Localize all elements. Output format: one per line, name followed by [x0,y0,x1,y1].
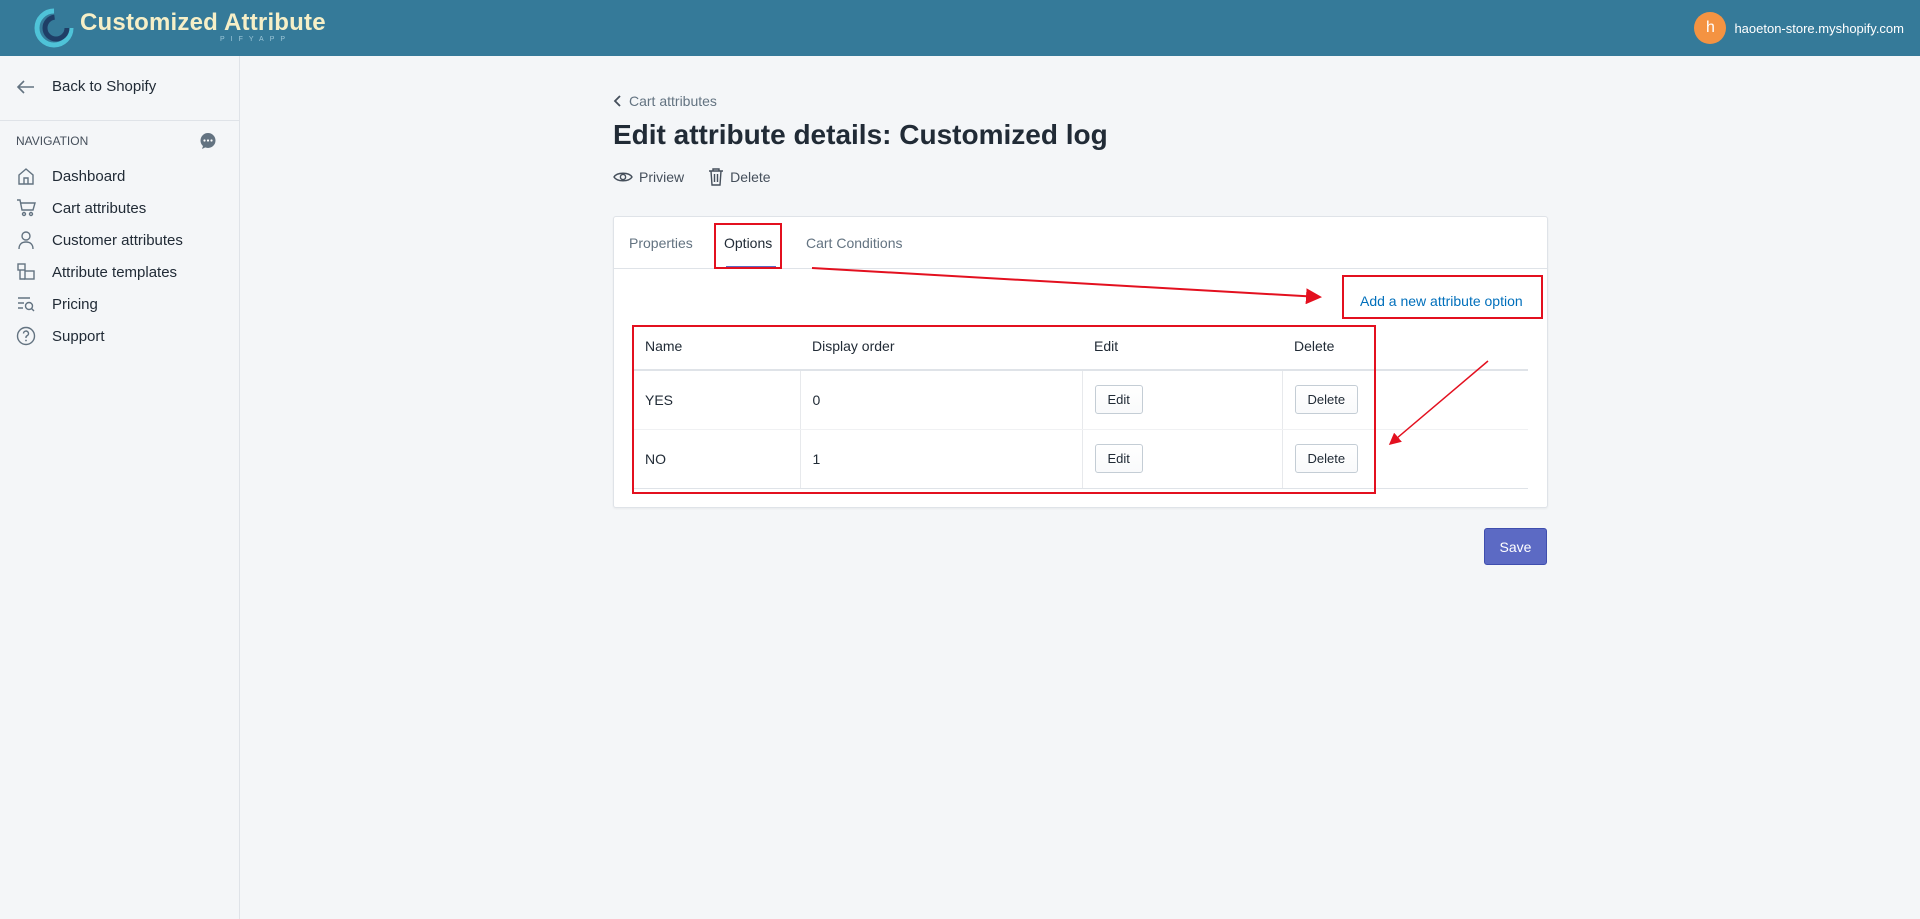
sidebar-item-label: Pricing [52,295,98,313]
home-icon [18,168,34,185]
sidebar-item-label: Dashboard [52,167,126,185]
chevron-left-icon [613,95,621,107]
sidebar-item-pricing[interactable]: Pricing [16,288,183,320]
top-bar: Customized Attribute PIFYAPP h haoeton-s… [0,0,1920,56]
annotation-box-add-option [1342,275,1543,319]
app-title: Customized Attribute [80,9,326,36]
back-to-shopify-link[interactable]: Back to Shopify [16,78,156,95]
sidebar-item-label: Customer attributes [52,231,183,249]
templates-icon [17,263,35,280]
user-menu[interactable]: h haoeton-store.myshopify.com [1694,12,1904,44]
person-icon [18,231,34,250]
chat-icon[interactable] [199,132,217,150]
back-label: Back to Shopify [52,78,157,95]
page-actions: Priview Delete [613,168,795,186]
sidebar-item-customer-attributes[interactable]: Customer attributes [16,224,183,256]
tab-properties[interactable]: Properties [629,235,693,251]
preview-label: Priview [639,169,685,185]
app-logo-icon [34,8,74,48]
delete-label: Delete [730,169,771,185]
sidebar-item-attribute-templates[interactable]: Attribute templates [16,256,183,288]
app-subtitle: PIFYAPP [220,36,292,43]
help-circle-icon [16,326,36,346]
eye-icon [613,172,633,182]
sidebar-item-dashboard[interactable]: Dashboard [16,160,183,192]
sidebar-item-label: Cart attributes [52,199,147,217]
sidebar-item-label: Attribute templates [52,263,178,281]
save-button[interactable]: Save [1484,528,1547,565]
delete-attribute-button[interactable]: Delete [708,168,771,186]
nav-heading: NAVIGATION [16,134,89,148]
sidebar-item-label: Support [52,327,105,345]
cart-icon [17,199,36,217]
annotation-box-options-tab [714,223,782,269]
sidebar-divider [0,120,239,121]
sidebar-item-support[interactable]: Support [16,320,183,352]
breadcrumb-label: Cart attributes [629,93,717,109]
tab-cart-conditions[interactable]: Cart Conditions [806,235,903,251]
sidebar-item-cart-attributes[interactable]: Cart attributes [16,192,183,224]
trash-icon [709,168,724,186]
pricing-search-icon [18,297,35,312]
preview-button[interactable]: Priview [613,169,684,185]
store-name[interactable]: haoeton-store.myshopify.com [1734,21,1904,36]
sidebar: Back to Shopify NAVIGATION Dashboard Car… [0,56,240,919]
annotation-box-options-table [632,325,1376,494]
page-title: Edit attribute details: Customized log [613,119,1108,150]
avatar[interactable]: h [1694,12,1727,44]
breadcrumb[interactable]: Cart attributes [613,93,717,109]
arrow-left-icon [16,79,34,94]
nav-list: Dashboard Cart attributes Customer attri… [16,160,183,352]
